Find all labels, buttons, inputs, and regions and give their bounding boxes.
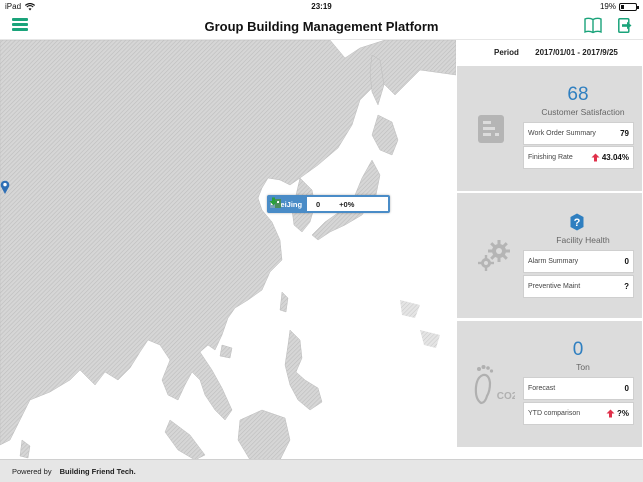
period-label: Period — [494, 48, 519, 57]
battery-percent: 19% — [599, 2, 616, 11]
row-label: Alarm Summary — [528, 258, 579, 265]
carbon-footprint-icon: CO2 — [474, 365, 515, 405]
row-label: Finishing Rate — [528, 154, 573, 161]
city-popup[interactable]: BeiJing 0 +0% — [267, 195, 390, 213]
app-header: Group Building Management Platform — [0, 13, 643, 40]
gears-icon — [478, 240, 510, 271]
popup-change: +0% — [339, 199, 355, 209]
taiwan — [279, 291, 289, 313]
arrow-up-icon — [606, 409, 615, 418]
sumatra — [164, 419, 206, 460]
row-value: 0 — [624, 384, 629, 393]
period-selector[interactable]: Period 2017/01/01 - 2017/9/25 — [494, 48, 618, 57]
document-icon — [478, 115, 504, 143]
hainan — [219, 344, 233, 359]
row-label: Preventive Maint — [528, 283, 581, 290]
status-time: 23:19 — [311, 2, 332, 11]
book-icon[interactable] — [584, 17, 602, 34]
arrow-down-icon — [269, 197, 278, 206]
carbon-emission-panel[interactable]: CO2 0 Ton Forecast 0 YTD comparison ?% — [457, 321, 642, 447]
row-label: Work Order Summary — [528, 130, 596, 137]
carbon-unit-label: Ton — [576, 362, 590, 372]
row-value-wrap: ?% — [606, 409, 629, 418]
row-label: YTD comparison — [528, 410, 581, 417]
location-pin-icon[interactable] — [0, 180, 10, 194]
borneo — [237, 409, 291, 460]
alarm-summary-row[interactable]: Alarm Summary 0 — [523, 250, 634, 273]
finishing-rate-row[interactable]: Finishing Rate 43.04% — [523, 146, 634, 169]
sri-lanka — [19, 439, 31, 459]
unknown-value-icon: ? — [570, 213, 584, 231]
pacific-islands — [400, 300, 440, 348]
satisfaction-label: Customer Satisfaction — [541, 107, 625, 117]
map-graphic — [0, 40, 456, 460]
footer-company: Building Friend Tech. — [59, 466, 136, 476]
page-title: Group Building Management Platform — [204, 19, 439, 34]
row-value: ? — [624, 282, 629, 291]
popup-count: 0 — [316, 199, 321, 209]
period-range: 2017/01/01 - 2017/9/25 — [535, 48, 618, 57]
facility-health-label: Facility Health — [556, 235, 610, 245]
status-right: 19% — [599, 2, 639, 11]
footer-powered-by: Powered by — [12, 466, 52, 476]
svg-text:?: ? — [574, 217, 581, 229]
philippines — [284, 329, 323, 411]
popup-change-item: +0% — [269, 197, 355, 209]
satisfaction-value: 68 — [567, 84, 589, 105]
mainland-asia — [0, 40, 456, 446]
ytd-comparison-value: ?% — [617, 409, 629, 418]
asia-map[interactable]: BeiJing 0 +0% — [0, 40, 456, 460]
battery-fill — [621, 4, 624, 9]
facility-health-panel[interactable]: ? Facility Health Alarm Summary 0 Preven… — [457, 193, 642, 318]
row-label: Forecast — [528, 385, 556, 392]
arrow-up-icon — [591, 153, 600, 162]
battery-icon — [619, 2, 639, 11]
popup-building-item: 0 — [270, 199, 321, 209]
footer: Powered by Building Friend Tech. — [0, 459, 643, 482]
row-value-wrap: 43.04% — [591, 153, 629, 162]
ytd-comparison-row[interactable]: YTD comparison ?% — [523, 402, 634, 425]
row-value: 79 — [620, 129, 629, 138]
carbon-value: 0 — [572, 339, 584, 360]
status-bar: iPad 23:19 19% — [0, 0, 643, 13]
customer-satisfaction-panel[interactable]: 68 Customer Satisfaction Work Order Summ… — [457, 66, 642, 191]
work-order-summary-row[interactable]: Work Order Summary 79 — [523, 122, 634, 145]
forecast-row[interactable]: Forecast 0 — [523, 377, 634, 400]
preventive-maint-row[interactable]: Preventive Maint ? — [523, 275, 634, 298]
row-value: 0 — [624, 257, 629, 266]
carbon-icon-text: CO2 — [497, 391, 515, 402]
finishing-rate-value: 43.04% — [601, 153, 629, 162]
logout-icon[interactable] — [618, 18, 632, 33]
